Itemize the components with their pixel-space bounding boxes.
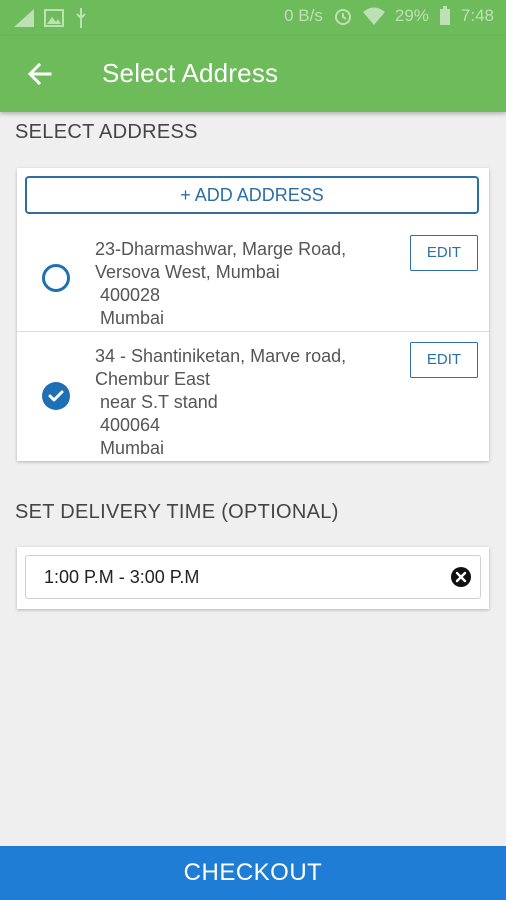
add-address-button[interactable]: + ADD ADDRESS <box>25 176 479 214</box>
page-title: Select Address <box>102 58 279 88</box>
image-icon <box>44 9 64 27</box>
checkout-button[interactable]: CHECKOUT <box>0 846 506 900</box>
select-address-heading: SELECT ADDRESS <box>15 121 198 143</box>
address-text: 34 - Shantiniketan, Marve road, Chembur … <box>95 346 347 458</box>
usb-icon <box>76 8 86 28</box>
address-card: + ADD ADDRESS 23-Dharmashwar, Marge Road… <box>17 168 489 461</box>
battery-icon <box>439 6 450 25</box>
delivery-time-card: 1:00 P.M - 3:00 P.M <box>17 547 489 609</box>
delivery-time-heading: SET DELIVERY TIME (OPTIONAL) <box>15 501 339 523</box>
delivery-time-value: 1:00 P.M - 3:00 P.M <box>44 567 200 587</box>
address-radio-selected[interactable] <box>42 382 70 410</box>
signal-icon <box>14 9 34 27</box>
alarm-icon <box>334 9 351 25</box>
clock: 7:48 <box>460 6 494 25</box>
address-radio-unselected[interactable] <box>42 264 70 292</box>
address-item[interactable]: 34 - Shantiniketan, Marve road, Chembur … <box>17 331 489 462</box>
battery-level: 29% <box>394 6 429 25</box>
address-item[interactable]: 23-Dharmashwar, Marge Road, Versova West… <box>17 224 489 332</box>
edit-address-button[interactable]: EDIT <box>410 342 478 378</box>
address-text: 23-Dharmashwar, Marge Road, Versova West… <box>95 239 347 328</box>
edit-address-button[interactable]: EDIT <box>410 235 478 271</box>
check-icon <box>48 390 64 402</box>
status-notifications <box>14 8 88 28</box>
wifi-icon <box>362 7 385 25</box>
back-arrow-icon[interactable] <box>24 58 56 90</box>
status-indicators: 0 B/s 29% 7:48 <box>284 6 494 26</box>
network-speed: 0 B/s <box>284 6 323 25</box>
clear-icon[interactable] <box>450 566 472 588</box>
delivery-time-field[interactable]: 1:00 P.M - 3:00 P.M <box>25 555 481 599</box>
app-bar: Select Address <box>0 36 506 112</box>
status-bar: 0 B/s 29% 7:48 <box>0 0 506 36</box>
